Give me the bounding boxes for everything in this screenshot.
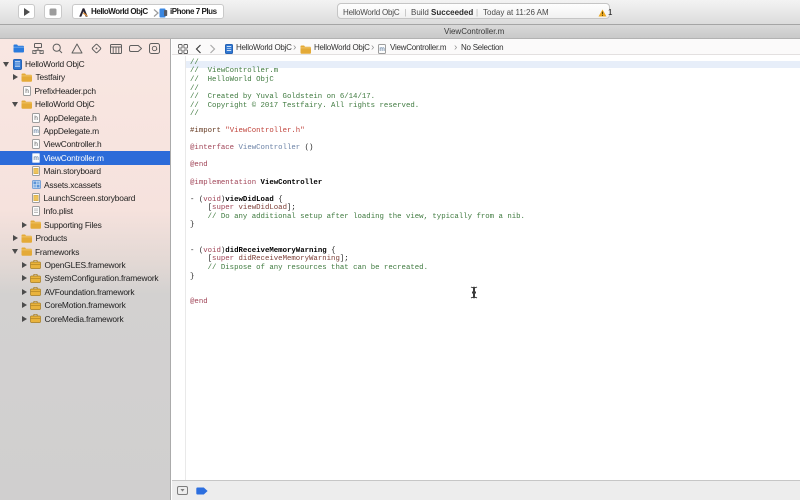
svg-text:h: h	[34, 115, 38, 122]
svg-text:m: m	[379, 46, 384, 53]
svg-text:h: h	[25, 88, 29, 95]
svg-text:h: h	[34, 142, 38, 149]
svg-text:m: m	[33, 155, 38, 162]
svg-text:m: m	[33, 128, 38, 135]
